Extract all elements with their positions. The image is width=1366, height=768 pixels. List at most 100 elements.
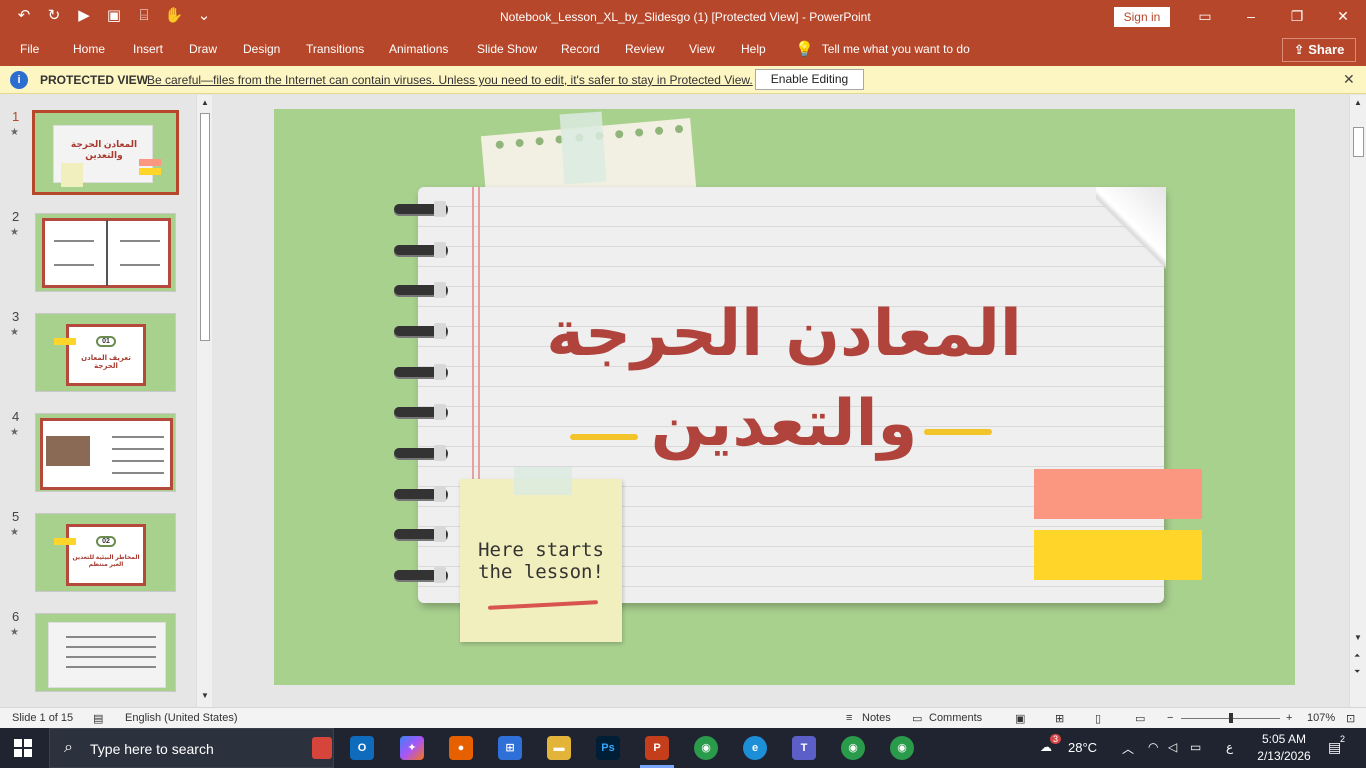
slide-scrollbar[interactable]: ▲ ▼ ⏶ ⏷ <box>1349 95 1366 707</box>
normal-view-icon[interactable]: ▣ <box>1015 712 1025 725</box>
tab-record[interactable]: Record <box>561 42 600 56</box>
tab-draw[interactable]: Draw <box>189 42 217 56</box>
save-icon[interactable]: ▣ <box>104 6 124 26</box>
paper-hole <box>515 138 524 148</box>
slide-sorter-icon[interactable]: ⊞ <box>1055 712 1064 725</box>
windows-start-icon[interactable] <box>14 739 32 757</box>
sign-in-button[interactable]: Sign in <box>1114 7 1170 27</box>
customize-qat-icon[interactable]: ⌄ <box>194 6 214 26</box>
zoom-out-icon[interactable]: − <box>1167 712 1173 724</box>
slide-thumbnail-pane: 1 ★ المعادن الحرجة والتعدين 2 ★ 3 ★ 01 ت… <box>0 95 216 707</box>
zoom-in-icon[interactable]: + <box>1286 712 1292 724</box>
enable-editing-button[interactable]: Enable Editing <box>755 69 864 90</box>
share-button[interactable]: ⇪ Share <box>1282 38 1356 62</box>
thumb-tab-yellow <box>139 168 161 175</box>
chrome-profile-2-icon[interactable]: ◉ <box>890 736 914 760</box>
edge-icon[interactable]: e <box>743 736 767 760</box>
tab-animations[interactable]: Animations <box>389 42 448 56</box>
thumbnail-scrollbar[interactable]: ▲ ▼ <box>196 95 212 707</box>
protected-view-message[interactable]: Be careful—files from the Internet can c… <box>147 73 753 87</box>
slide-show-icon[interactable]: ▭ <box>1135 712 1145 725</box>
slide-title[interactable]: المعادن الحرجة والتعدين <box>524 289 1044 469</box>
thumb-number: 2 <box>12 209 20 224</box>
sticky-tape <box>514 467 572 495</box>
open-icon[interactable]: ⌸ <box>134 6 154 26</box>
zoom-slider-knob[interactable] <box>1229 713 1233 723</box>
battery-icon[interactable]: ▭ <box>1190 740 1201 754</box>
fit-to-window-icon[interactable]: ⊡ <box>1346 712 1355 725</box>
temperature[interactable]: 28°C <box>1068 740 1097 755</box>
powerpoint-icon[interactable]: P <box>645 736 669 760</box>
chrome-icon[interactable]: ◉ <box>694 736 718 760</box>
scroll-up-icon[interactable]: ▲ <box>201 98 209 107</box>
slide-thumbnail-5[interactable]: 02 المخاطر البيئية للتعدين الغير منتظم <box>35 513 176 592</box>
ribbon-display-options-icon[interactable]: ▭ <box>1182 0 1228 34</box>
language-tray[interactable]: ع <box>1226 740 1233 754</box>
tab-file[interactable]: File <box>20 42 39 56</box>
redo-icon[interactable]: ↻ <box>44 6 64 26</box>
tab-slide-show[interactable]: Slide Show <box>477 42 537 56</box>
microsoft-store-icon[interactable]: ⊞ <box>498 736 522 760</box>
thumb-spine <box>106 220 108 286</box>
sticky-line-2: the lesson! <box>478 561 604 583</box>
close-icon[interactable]: ✕ <box>1320 0 1366 34</box>
animation-star-icon: ★ <box>10 427 19 438</box>
thumb-sticky <box>61 163 83 187</box>
paper-hole <box>614 129 624 139</box>
copilot-icon[interactable]: ✦ <box>400 736 424 760</box>
sticky-note-text[interactable]: Here starts the lesson! <box>460 539 622 583</box>
page-curl <box>1096 187 1166 277</box>
language-indicator[interactable]: English (United States) <box>125 712 238 724</box>
scroll-down-icon[interactable]: ▼ <box>1354 633 1362 642</box>
volume-icon[interactable]: ◁ <box>1168 740 1177 754</box>
restore-icon[interactable]: ❐ <box>1274 0 1320 34</box>
wifi-icon[interactable]: ◠ <box>1148 740 1158 754</box>
current-slide[interactable]: المعادن الحرجة والتعدين Here starts the … <box>274 109 1295 685</box>
close-banner-icon[interactable]: ✕ <box>1343 71 1355 88</box>
spiral-ring <box>394 404 448 420</box>
thumb-photo <box>46 436 90 466</box>
notes-button[interactable]: Notes <box>862 712 891 724</box>
tab-design[interactable]: Design <box>243 42 280 56</box>
taskbar-search[interactable]: ⌕ Type here to search <box>49 728 334 768</box>
slide-thumbnail-1[interactable]: المعادن الحرجة والتعدين <box>32 110 179 195</box>
minimize-icon[interactable]: – <box>1228 0 1274 34</box>
start-from-beginning-icon[interactable]: ▶ <box>74 6 94 26</box>
tab-insert[interactable]: Insert <box>133 42 163 56</box>
slide-thumbnail-6[interactable] <box>35 613 176 692</box>
next-slide-icon[interactable]: ⏷ <box>1354 667 1360 677</box>
tab-view[interactable]: View <box>689 42 715 56</box>
scroll-down-icon[interactable]: ▼ <box>201 691 209 700</box>
scroll-thumb[interactable] <box>200 113 210 341</box>
thumb-number: 1 <box>12 109 20 124</box>
tab-home[interactable]: Home <box>73 42 105 56</box>
slide-thumbnail-3[interactable]: 01 تعريف المعادن الحرجة <box>35 313 176 392</box>
scroll-thumb[interactable] <box>1353 127 1364 157</box>
scroll-up-icon[interactable]: ▲ <box>1354 98 1362 107</box>
clock-time[interactable]: 5:05 AM <box>1258 732 1310 746</box>
undo-icon[interactable]: ↶ <box>14 6 34 26</box>
thumb-number: 3 <box>12 309 20 324</box>
tab-help[interactable]: Help <box>741 42 766 56</box>
touch-mode-icon[interactable]: ✋ <box>164 6 184 26</box>
tab-review[interactable]: Review <box>625 42 664 56</box>
spelling-check-icon[interactable]: ▤ <box>93 712 103 725</box>
comments-button[interactable]: Comments <box>929 712 982 724</box>
slide-thumbnail-4[interactable] <box>35 413 176 492</box>
previous-slide-icon[interactable]: ⏶ <box>1354 651 1360 661</box>
reading-view-icon[interactable]: ▯ <box>1095 712 1101 725</box>
zoom-level[interactable]: 107% <box>1307 712 1335 724</box>
teams-icon[interactable]: T <box>792 736 816 760</box>
clock-date[interactable]: 2/13/2026 <box>1255 749 1313 763</box>
tell-me-search[interactable]: 💡 Tell me what you want to do <box>795 40 970 58</box>
photoshop-icon[interactable]: Ps <box>596 736 620 760</box>
outlook-icon[interactable]: O <box>350 736 374 760</box>
spiral-ring <box>394 486 448 502</box>
firefox-icon[interactable]: ● <box>449 736 473 760</box>
thumb-number: 5 <box>12 509 20 524</box>
tab-transitions[interactable]: Transitions <box>306 42 364 56</box>
file-explorer-icon[interactable]: ▬ <box>547 736 571 760</box>
show-hidden-icons-icon[interactable]: ︿ <box>1122 740 1134 757</box>
slide-thumbnail-2[interactable] <box>35 213 176 292</box>
chrome-profile-icon[interactable]: ◉ <box>841 736 865 760</box>
